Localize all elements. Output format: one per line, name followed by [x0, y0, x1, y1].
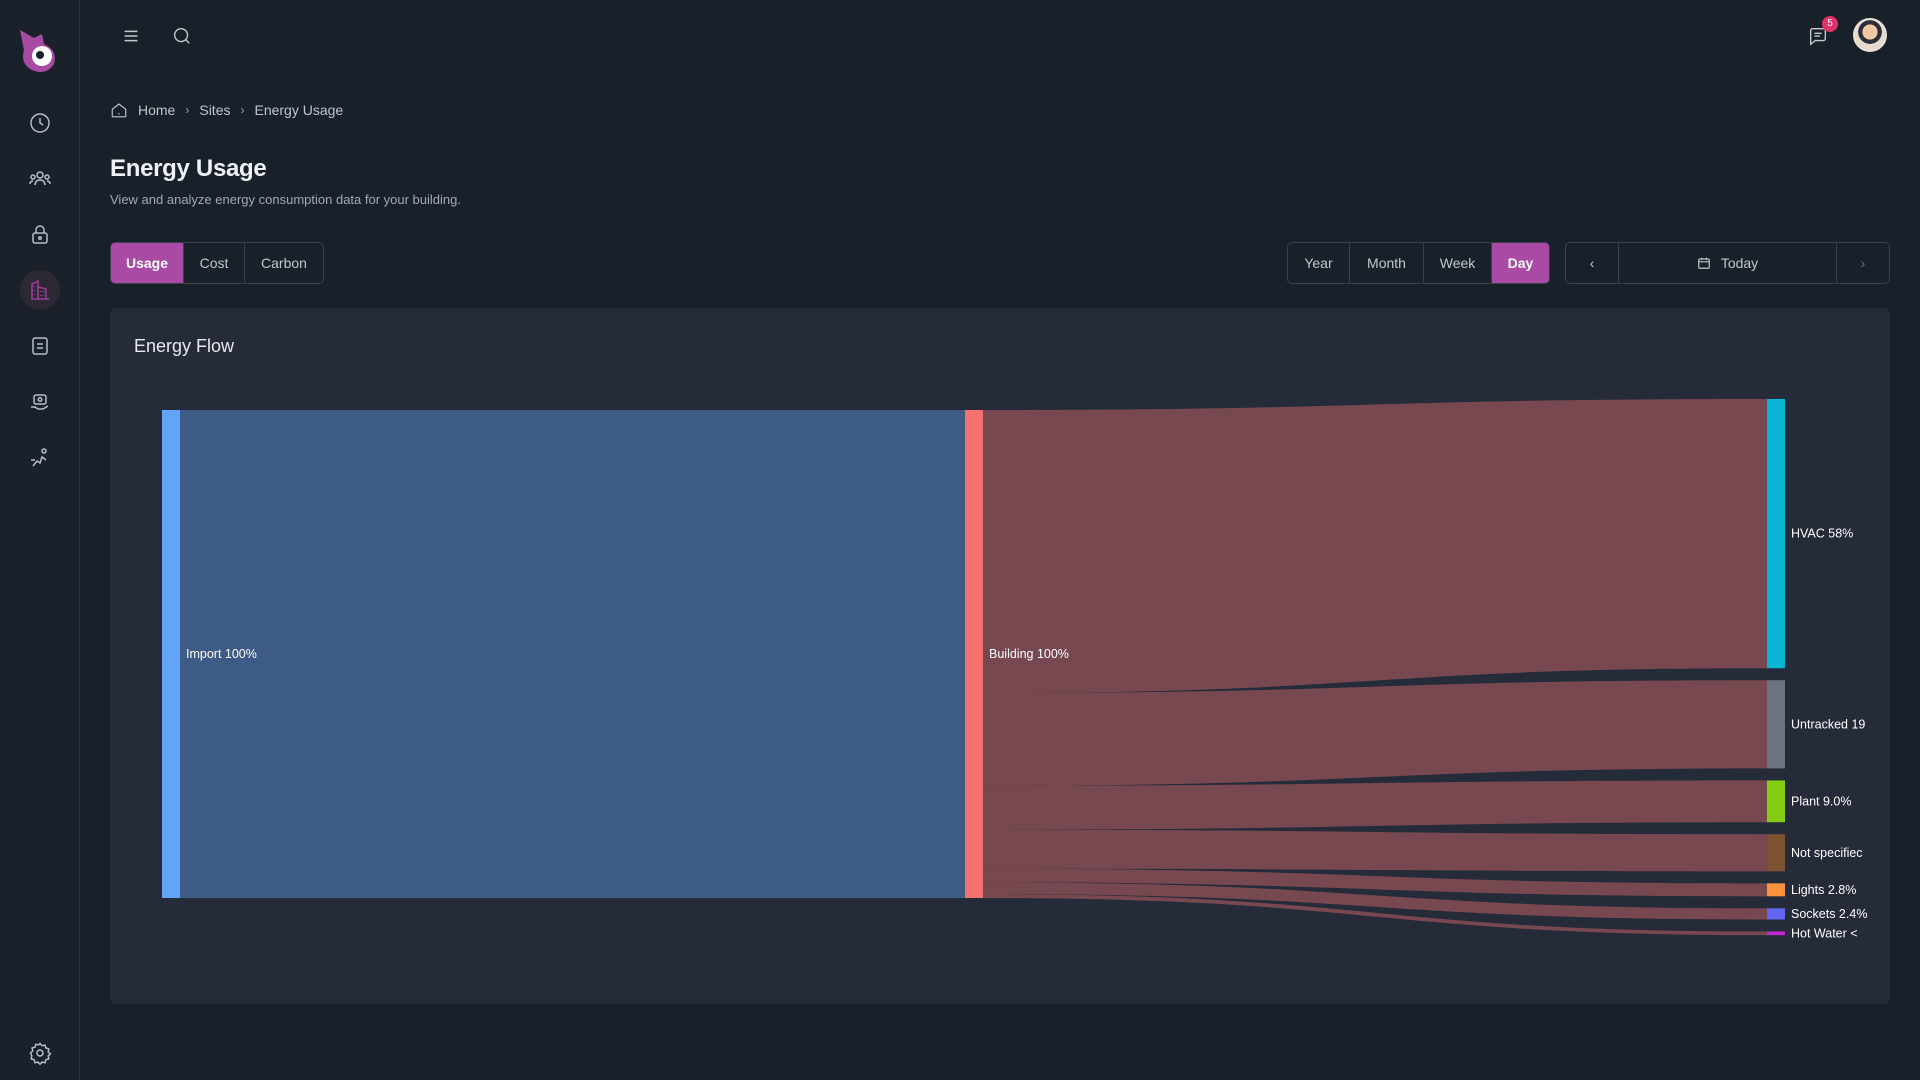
page-subtitle: View and analyze energy consumption data…: [110, 192, 461, 207]
app-logo[interactable]: [14, 26, 64, 76]
menu-icon[interactable]: [117, 22, 145, 50]
breadcrumb-current: Energy Usage: [254, 102, 344, 118]
search-icon[interactable]: [168, 22, 196, 50]
flow-link-import-building[interactable]: [180, 410, 965, 898]
metric-tabs: Usage Cost Carbon: [110, 242, 324, 284]
period-tabs: Year Month Week Day: [1287, 242, 1550, 284]
tab-cost[interactable]: Cost: [184, 243, 245, 283]
support-icon[interactable]: [20, 382, 60, 422]
clock-icon[interactable]: [20, 103, 60, 143]
previous-date-button[interactable]: ‹: [1566, 243, 1619, 283]
flow-link-building-plant[interactable]: [983, 780, 1767, 830]
notifications-button[interactable]: 5: [1804, 16, 1838, 50]
tab-year[interactable]: Year: [1288, 243, 1350, 283]
flow-link-building-notspecified[interactable]: [983, 829, 1767, 872]
node-import[interactable]: [162, 410, 180, 898]
node-notspecified[interactable]: [1767, 834, 1785, 872]
gear-icon[interactable]: [20, 1033, 60, 1073]
node-label-building: Building 100%: [989, 647, 1069, 661]
tab-month[interactable]: Month: [1350, 243, 1424, 283]
node-label-notspecified: Not specifiec: [1791, 846, 1863, 860]
activity-icon[interactable]: [20, 438, 60, 478]
energy-flow-sankey: Import 100% Building 100% HVAC 58% Untracke…: [162, 399, 1867, 940]
node-sockets[interactable]: [1767, 908, 1785, 920]
node-label-hvac: HVAC 58%: [1791, 527, 1853, 541]
tab-carbon[interactable]: Carbon: [245, 243, 323, 283]
lock-icon[interactable]: [20, 214, 60, 254]
energy-flow-panel: Energy Flow Import 100% Building 100% HVAC…: [110, 308, 1890, 1004]
node-label-sockets: Sockets 2.4%: [1791, 907, 1867, 921]
node-label-plant: Plant 9.0%: [1791, 794, 1851, 808]
tab-day[interactable]: Day: [1492, 243, 1549, 283]
node-label-lights: Lights 2.8%: [1791, 883, 1856, 897]
flow-link-building-hvac[interactable]: [983, 399, 1767, 694]
flow-link-building-untracked[interactable]: [983, 680, 1767, 786]
notification-badge: 5: [1822, 16, 1838, 32]
date-navigator: ‹ Today ›: [1565, 242, 1890, 284]
node-lights[interactable]: [1767, 883, 1785, 897]
node-label-untracked: Untracked 19: [1791, 717, 1865, 731]
buildings-icon[interactable]: [20, 270, 60, 310]
tab-week[interactable]: Week: [1424, 243, 1492, 283]
users-icon[interactable]: [20, 158, 60, 198]
date-label: Today: [1720, 255, 1759, 271]
node-label-hotwater: Hot Water <: [1791, 926, 1858, 940]
tab-usage[interactable]: Usage: [111, 243, 184, 283]
node-plant[interactable]: [1767, 780, 1785, 823]
calendar-icon: [1697, 257, 1710, 269]
node-untracked[interactable]: [1767, 680, 1785, 769]
page-title: Energy Usage: [110, 155, 267, 182]
chevron-right-icon: ›: [240, 103, 245, 117]
date-picker-button[interactable]: Today: [1619, 243, 1836, 283]
node-hvac[interactable]: [1767, 399, 1785, 669]
breadcrumb-home[interactable]: Home: [138, 102, 175, 118]
chevron-right-icon: ›: [1860, 255, 1866, 271]
chevron-left-icon: ‹: [1589, 255, 1595, 271]
document-icon[interactable]: [20, 326, 60, 366]
next-date-button[interactable]: ›: [1836, 243, 1889, 283]
breadcrumb-sites[interactable]: Sites: [199, 102, 230, 118]
node-label-import: Import 100%: [186, 647, 257, 661]
node-hotwater[interactable]: [1767, 931, 1785, 936]
breadcrumb: Home › Sites › Energy Usage: [110, 101, 343, 119]
sidebar: [0, 0, 80, 1080]
avatar[interactable]: [1853, 18, 1887, 52]
node-building[interactable]: [965, 410, 983, 898]
chevron-right-icon: ›: [185, 103, 190, 117]
home-icon[interactable]: [110, 101, 128, 119]
